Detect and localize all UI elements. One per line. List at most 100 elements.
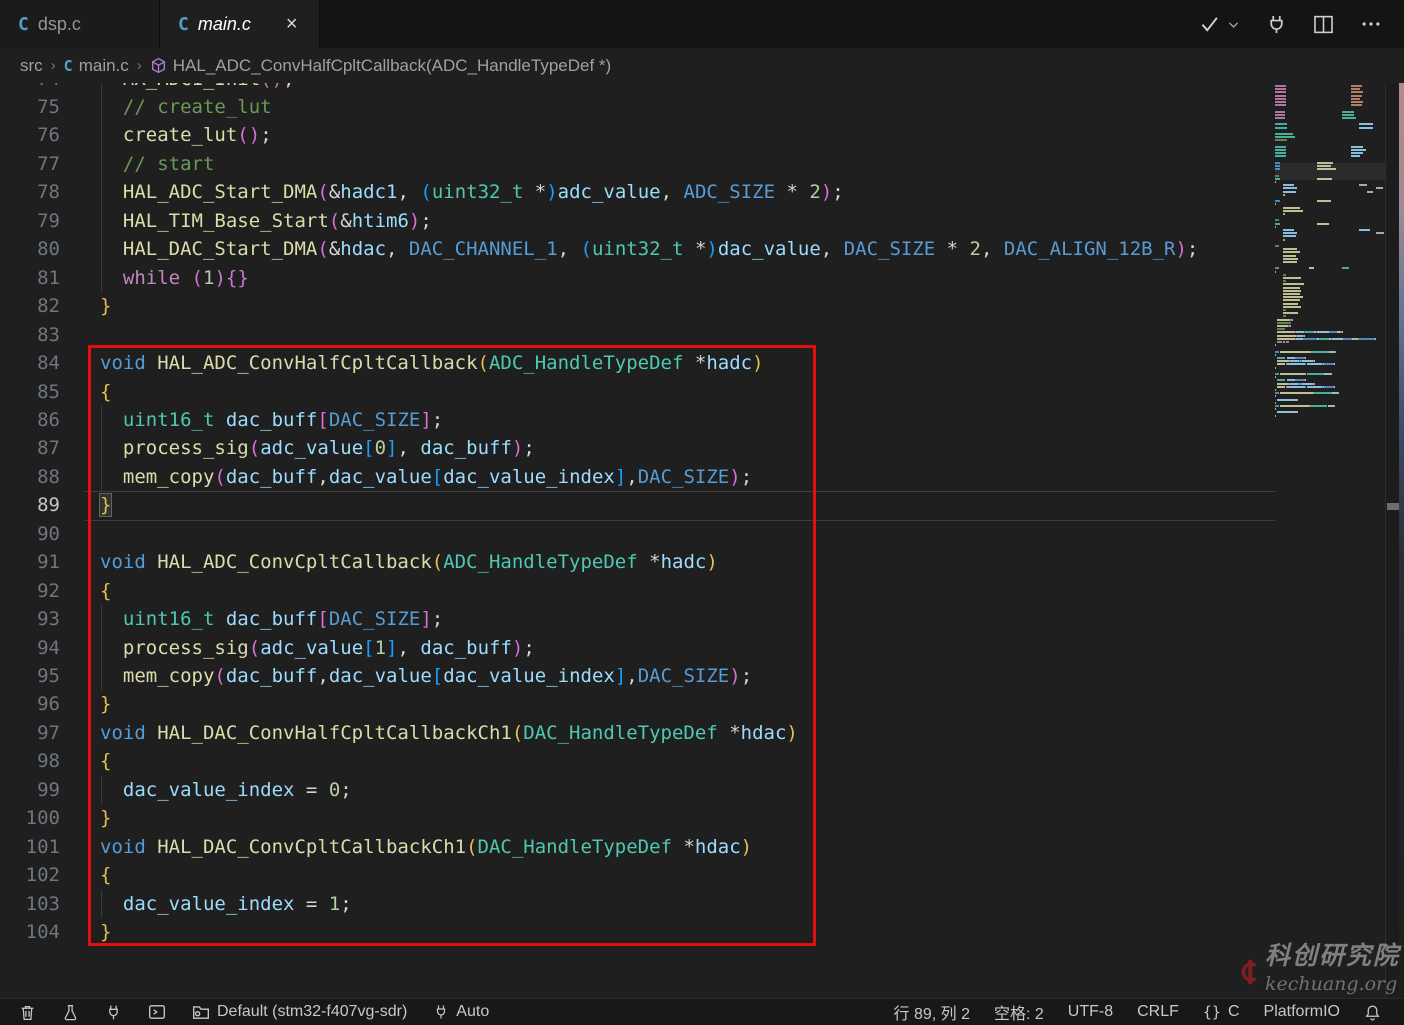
minimap-line bbox=[1275, 415, 1276, 417]
minimap-line bbox=[1275, 226, 1276, 228]
minimap-line bbox=[1329, 331, 1337, 333]
code-line-95: mem_copy(dac_buff,dac_value[dac_value_in… bbox=[100, 662, 752, 691]
close-icon[interactable]: × bbox=[282, 12, 302, 36]
plug-icon bbox=[433, 1004, 449, 1020]
line-number: 104 bbox=[0, 918, 60, 947]
minimap-line bbox=[1309, 267, 1314, 269]
eol-sequence[interactable]: CRLF bbox=[1128, 999, 1188, 1025]
minimap-line bbox=[1283, 261, 1297, 263]
code-line-76: create_lut(); bbox=[100, 121, 272, 150]
minimap-line bbox=[1277, 363, 1285, 365]
cursor-position[interactable]: 行 89, 列 2 bbox=[885, 999, 979, 1025]
tab-main-c[interactable]: C main.c × bbox=[160, 0, 320, 48]
minimap-line bbox=[1275, 178, 1280, 180]
minimap-line bbox=[1280, 373, 1305, 375]
tab-dsp-c[interactable]: C dsp.c bbox=[0, 0, 160, 48]
minimap-line bbox=[1351, 152, 1363, 154]
code-line-99: dac_value_index = 0; bbox=[100, 776, 352, 805]
minimap-line bbox=[1376, 232, 1384, 234]
code-line-88: mem_copy(dac_buff,dac_value[dac_value_in… bbox=[100, 463, 752, 492]
vscode-window: C dsp.c C main.c × src › bbox=[0, 0, 1404, 1025]
code-line-77: // start bbox=[100, 150, 214, 179]
minimap-line bbox=[1283, 309, 1286, 311]
language-mode[interactable]: {} C bbox=[1194, 999, 1249, 1025]
minimap-line bbox=[1304, 383, 1312, 385]
current-line-border bbox=[85, 520, 1385, 521]
chevron-right-icon: › bbox=[137, 57, 142, 74]
minimap-line bbox=[1283, 213, 1284, 215]
line-number: 83 bbox=[0, 321, 60, 350]
encoding[interactable]: UTF-8 bbox=[1059, 999, 1122, 1025]
line-number: 103 bbox=[0, 890, 60, 919]
minimap-line bbox=[1290, 325, 1291, 327]
minimap-line bbox=[1275, 149, 1286, 151]
breadcrumb-src[interactable]: src bbox=[20, 56, 43, 76]
c-file-icon: C bbox=[18, 14, 29, 35]
minimap-line bbox=[1292, 319, 1293, 321]
trash-icon[interactable] bbox=[10, 999, 45, 1025]
minimap-line bbox=[1283, 194, 1284, 196]
minimap-line bbox=[1275, 354, 1276, 356]
code-line-87: process_sig(adc_value[0], dac_buff); bbox=[100, 434, 535, 463]
minimap-line bbox=[1283, 303, 1298, 305]
minimap-line bbox=[1317, 331, 1326, 333]
minimap-line bbox=[1275, 168, 1280, 170]
minimap-line bbox=[1359, 127, 1373, 129]
code-line-81: while (1){} bbox=[100, 264, 249, 293]
line-number: 98 bbox=[0, 747, 60, 776]
minimap-line bbox=[1275, 162, 1280, 164]
minimap-line bbox=[1283, 251, 1299, 253]
minimap-line bbox=[1277, 335, 1296, 337]
minimap-line bbox=[1275, 117, 1285, 119]
run-check-icon[interactable] bbox=[1199, 13, 1240, 35]
minimap-line bbox=[1359, 184, 1367, 186]
minimap-line bbox=[1351, 95, 1362, 97]
minimap-line bbox=[1283, 235, 1295, 237]
minimap[interactable] bbox=[1275, 83, 1385, 998]
minimap-line bbox=[1277, 328, 1285, 330]
minimap-line bbox=[1283, 277, 1301, 279]
code-editor[interactable]: 74 MX_ADC1_Init();75 // create_lut76 cre… bbox=[0, 83, 1404, 998]
minimap-line bbox=[1280, 351, 1309, 353]
plug-icon[interactable] bbox=[1266, 14, 1287, 35]
minimap-line bbox=[1287, 363, 1295, 365]
minimap-line bbox=[1334, 386, 1335, 388]
minimap-line bbox=[1275, 271, 1276, 273]
breadcrumb-file[interactable]: C main.c bbox=[64, 56, 129, 76]
more-actions-icon[interactable] bbox=[1360, 13, 1382, 35]
platformio-item[interactable]: PlatformIO bbox=[1255, 999, 1349, 1025]
minimap-line bbox=[1277, 331, 1295, 333]
line-number: 76 bbox=[0, 121, 60, 150]
breadcrumb-symbol[interactable]: HAL_ADC_ConvHalfCpltCallback(ADC_HandleT… bbox=[150, 56, 611, 76]
indentation[interactable]: 空格: 2 bbox=[985, 999, 1053, 1025]
serial-port-selector[interactable]: Auto bbox=[424, 999, 498, 1025]
line-number: 100 bbox=[0, 804, 60, 833]
minimap-line bbox=[1283, 187, 1297, 189]
minimap-line bbox=[1351, 146, 1363, 148]
minimap-line bbox=[1277, 383, 1289, 385]
line-number: 89 bbox=[0, 491, 60, 520]
minimap-line bbox=[1296, 357, 1304, 359]
minimap-line bbox=[1342, 117, 1356, 119]
minimap-line bbox=[1351, 104, 1362, 106]
symbol-method-icon bbox=[150, 57, 167, 74]
bell-icon[interactable] bbox=[1355, 999, 1390, 1025]
project-env-selector[interactable]: Default (stm32-f407vg-sdr) bbox=[183, 999, 416, 1025]
line-number: 99 bbox=[0, 776, 60, 805]
minimap-line bbox=[1376, 187, 1383, 189]
minimap-line bbox=[1317, 200, 1331, 202]
minimap-line bbox=[1296, 379, 1304, 381]
minimap-line bbox=[1275, 98, 1286, 100]
auto-label: Auto bbox=[456, 1003, 489, 1021]
line-number: 102 bbox=[0, 861, 60, 890]
terminal-icon[interactable] bbox=[139, 999, 175, 1025]
minimap-line bbox=[1290, 383, 1299, 385]
split-editor-icon[interactable] bbox=[1313, 14, 1334, 35]
minimap-line bbox=[1288, 341, 1289, 343]
line-number: 87 bbox=[0, 434, 60, 463]
minimap-line bbox=[1297, 411, 1298, 413]
flask-icon[interactable] bbox=[53, 999, 88, 1025]
line-number: 85 bbox=[0, 378, 60, 407]
minimap-line bbox=[1290, 360, 1299, 362]
plug-icon[interactable] bbox=[96, 999, 131, 1025]
